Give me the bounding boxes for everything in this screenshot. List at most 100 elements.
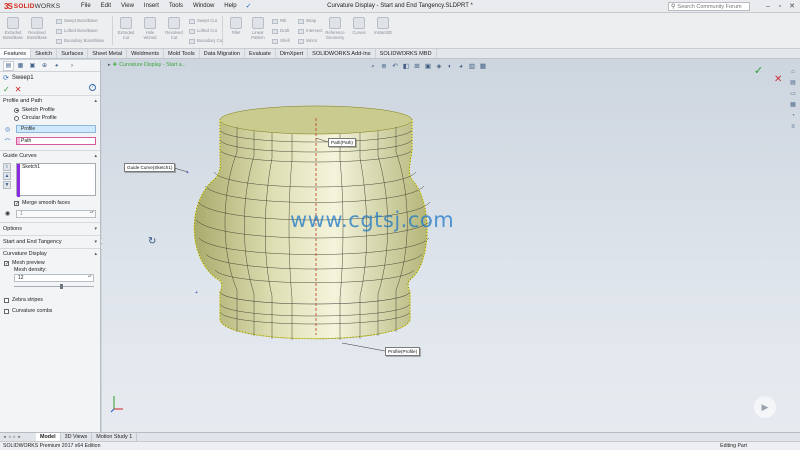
menu-view[interactable]: View [116,0,139,13]
options-header[interactable]: Options ▾ [0,223,100,235]
menu-insert[interactable]: Insert [139,0,164,13]
solidworks-logo[interactable]: 3S SOLIDWORKS [0,2,70,11]
chevron-right-icon[interactable]: › [71,63,73,69]
search-input[interactable] [677,3,748,10]
revolved-cut-button[interactable]: Revolved Cut [163,17,185,40]
move-up-icon[interactable]: ▲ [3,172,11,180]
configuration-manager-icon[interactable]: ▣ [27,61,38,71]
ok-checkmark-icon[interactable]: ✓ [3,85,10,94]
display-manager-icon[interactable]: ◕ [51,61,62,71]
menu-window[interactable]: Window [188,0,219,13]
sweep-preview-model[interactable]: + + [102,60,800,432]
tab-sheet-metal[interactable]: Sheet Metal [88,49,128,58]
feature-tree-icon[interactable]: ▤ [3,60,14,71]
checkbox-unchecked[interactable] [4,308,9,314]
slider-thumb[interactable] [60,284,64,289]
swept-boss-button[interactable]: Swept Boss/Base [56,18,98,24]
tab-dimxpert[interactable]: DimXpert [276,49,309,58]
tab-mold-tools[interactable]: Mold Tools [164,49,200,58]
tab-features[interactable]: Features [0,49,32,58]
tab-solidworks-mbd[interactable]: SOLIDWORKS MBD [376,49,437,58]
instant3d-button[interactable]: Instant3D [372,17,394,35]
mesh-preview-option[interactable]: ✓ Mesh preview [0,259,100,267]
path-callout[interactable]: Path(Path) [328,138,356,147]
intersect-button[interactable]: Intersect [298,28,322,34]
curvature-combs-option[interactable]: Curvature combs [0,307,100,315]
restore-icon[interactable]: ▫ [774,0,786,13]
start-end-tangency-header[interactable]: Start and End Tangency ▾ [0,236,100,248]
draft-button[interactable]: Draft [272,28,289,34]
lofted-cut-button[interactable]: Lofted Cut [189,28,217,34]
mesh-density-input[interactable]: 12 [14,274,94,282]
checkbox-unchecked[interactable] [4,297,9,303]
profile-selection-box[interactable]: Profile [16,125,96,133]
help-icon[interactable]: ? [89,84,96,91]
close-icon[interactable]: ✕ [786,0,798,13]
move-down-icon[interactable]: ▼ [3,181,11,189]
curves-button[interactable]: Curves [348,17,370,35]
last-tab-icon[interactable]: ▸ [17,434,22,440]
bottom-model-tabs: ◂ ◃ ▹ ▸ Model 3D Views Motion Study 1 [0,432,800,442]
revolve-icon [31,17,43,29]
boundary-boss-button[interactable]: Boundary Boss/Base [56,38,104,44]
sweep-icon [56,18,62,24]
fillet-button[interactable]: Fillet [225,17,247,35]
cancel-x-icon[interactable]: ✕ [15,85,22,94]
list-item[interactable]: Sketch1 [17,164,95,171]
minimize-icon[interactable]: – [762,0,774,13]
pin-menu-icon[interactable]: ✓ [242,0,256,13]
merge-smooth-faces-option[interactable]: ✓ Merge smooth faces [0,199,100,207]
tab-sketch[interactable]: Sketch [31,49,58,58]
extruded-boss-button[interactable]: Extruded Boss/Base [2,17,24,40]
zebra-stripes-option[interactable]: Zebra stripes [0,296,100,304]
boundary-cut-button[interactable]: Boundary Cut [189,38,223,44]
circular-profile-option[interactable]: Circular Profile [0,114,100,122]
guide-curve-callout[interactable]: Guide Curve(Sketch1) [124,163,176,172]
extruded-cut-button[interactable]: Extruded Cut [115,17,137,40]
linear-pattern-button[interactable]: Linear Pattern [247,17,269,40]
property-manager-icon[interactable]: ▦ [15,61,26,71]
radio-unselected[interactable] [14,115,19,121]
menu-file[interactable]: File [76,0,96,13]
tab-weldments[interactable]: Weldments [127,49,165,58]
mesh-density-slider[interactable] [14,284,94,289]
radio-selected[interactable] [14,107,19,113]
swept-cut-button[interactable]: Swept Cut [189,18,217,24]
menu-tools[interactable]: Tools [164,0,188,13]
guide-curves-header[interactable]: Guide Curves ▴ [0,151,100,161]
sketch-profile-option[interactable]: Sketch Profile [0,106,100,114]
profile-callout[interactable]: Profile(Profile) [385,347,421,356]
checkbox-checked[interactable]: ✓ [4,260,9,266]
guide-curves-list[interactable]: Sketch1 [16,163,96,197]
profile-path-header[interactable]: Profile and Path ▴ [0,96,100,106]
revolved-boss-button[interactable]: Revolved Boss/Base [26,17,48,40]
feature-manager-tabs: ▤ ▦ ▣ ⊕ ◕ › [0,60,100,72]
guide-curve-icon: ⌇ [3,163,11,171]
shell-button[interactable]: Shell [272,38,290,44]
hole-wizard-button[interactable]: Hole Wizard [139,17,161,40]
tab-evaluate[interactable]: Evaluate [245,49,276,58]
menu-edit[interactable]: Edit [96,0,116,13]
tab-surfaces[interactable]: Surfaces [57,49,89,58]
dimxpert-manager-icon[interactable]: ⊕ [39,61,50,71]
path-selection-box[interactable]: Path [16,137,96,145]
menu-help[interactable]: Help [219,0,241,13]
guide-spin-input[interactable]: 1 [16,210,96,218]
eye-icon[interactable]: ◉ [3,210,12,218]
reference-geometry-button[interactable]: Reference Geometry [324,17,346,40]
mirror-button[interactable]: Mirror [298,38,317,44]
tab-data-migration[interactable]: Data Migration [200,49,246,58]
checkbox-checked[interactable]: ✓ [14,200,19,206]
graphics-area[interactable]: ▸ ❖ Curvature Display - Start a... ⌕ ⊕ ↶… [102,60,800,432]
wrap-button[interactable]: Wrap [298,18,316,24]
play-video-icon[interactable]: ▶ [754,396,776,418]
search-box[interactable]: ⚲ [668,2,750,11]
rib-button[interactable]: Rib [272,18,286,24]
loft-icon [56,28,62,34]
curvature-display-header[interactable]: Curvature Display ▴ [0,249,100,259]
revolved-cut-icon [168,17,180,29]
chevron-down-icon: ▾ [94,226,97,232]
lofted-boss-button[interactable]: Lofted Boss/Base [56,28,98,34]
tab-solidworks-addins[interactable]: SOLIDWORKS Add-Ins [308,49,376,58]
editing-mode-status: Editing Part [720,443,747,449]
